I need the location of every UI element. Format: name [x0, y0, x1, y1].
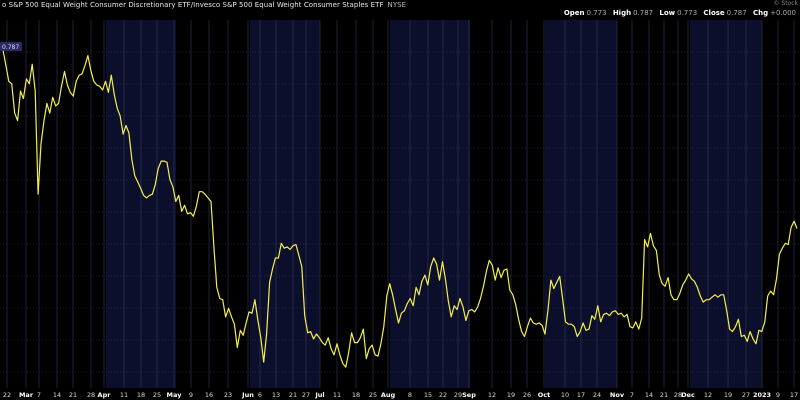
x-tick-label: Dec	[681, 391, 695, 399]
x-tick-label: 28	[87, 391, 95, 399]
x-tick-label: 25	[153, 391, 161, 399]
x-tick-label: Jun	[241, 391, 254, 399]
close-value: 0.787	[726, 9, 747, 17]
chg-label: Chg	[752, 9, 769, 17]
x-tick-label: 2023	[753, 391, 771, 399]
high-value: 0.787	[633, 9, 654, 17]
close-label: Close	[703, 9, 725, 17]
x-tick-label: 9	[776, 391, 780, 399]
high-label: High	[612, 9, 632, 17]
chart-plot: 22 Mar 7 14 21 28 Apr 11 18 25 May 9 16 23 Jun 6 13 21 27 J…	[0, 20, 800, 399]
x-tick-label: 23	[224, 391, 232, 399]
x-tick-label: 12	[488, 391, 496, 399]
last-value-label: 0.787	[0, 42, 22, 51]
open-label: Open	[563, 9, 585, 17]
x-tick-label: 14	[53, 391, 61, 399]
x-tick-label: Oct	[538, 391, 551, 399]
x-tick-label: 11	[333, 391, 341, 399]
low-value: 0.773	[677, 9, 698, 17]
x-tick-label: Jul	[314, 391, 324, 399]
x-tick-label: 13	[272, 391, 280, 399]
x-tick-label: 19	[507, 391, 515, 399]
x-tick-label: Apr	[98, 391, 112, 399]
x-tick-label: 11	[120, 391, 128, 399]
x-tick-label: 17	[577, 391, 585, 399]
x-tick-label: 27	[742, 391, 750, 399]
chg-value: +0.000	[770, 9, 796, 17]
x-tick-label: 6	[258, 391, 262, 399]
x-tick-label: May	[167, 391, 183, 399]
x-tick-label: 21	[69, 391, 77, 399]
x-tick-label: 21	[289, 391, 297, 399]
x-tick-label: 25	[369, 391, 377, 399]
x-tick-label: 8	[408, 391, 412, 399]
last-value-text: 0.787	[2, 44, 19, 51]
ohlc-readout: Open 0.773 High 0.787 Low 0.773 Close 0.787 …	[560, 9, 796, 17]
x-tick-label: 27	[302, 391, 310, 399]
x-tick-label: 21	[660, 391, 668, 399]
open-value: 0.773	[586, 9, 607, 17]
x-tick-label: 12	[704, 391, 712, 399]
x-tick-label: 24	[593, 391, 601, 399]
x-tick-label: 22	[3, 391, 11, 399]
exchange-label: NYSE	[387, 1, 407, 9]
chart-title: o S&P 500 Equal Weight Consumer Discreti…	[2, 1, 406, 9]
x-tick-label: 10	[561, 391, 569, 399]
x-tick-label: 7	[630, 391, 634, 399]
x-tick-label: 17	[790, 391, 798, 399]
x-tick-label: 18	[352, 391, 360, 399]
x-tick-label: 18	[137, 391, 145, 399]
x-tick-label: 22	[439, 391, 447, 399]
x-tick-label: Nov	[610, 391, 625, 399]
x-tick-label: 9	[189, 391, 193, 399]
low-label: Low	[659, 9, 676, 17]
title-text: o S&P 500 Equal Weight Consumer Discreti…	[2, 1, 384, 9]
x-tick-label: Sep	[462, 391, 476, 399]
x-tick-label: 7	[37, 391, 41, 399]
x-tick-label: 26	[523, 391, 531, 399]
x-tick-label: 16	[205, 391, 213, 399]
x-tick-label: 29	[454, 391, 462, 399]
x-tick-label: 14	[645, 391, 653, 399]
x-tick-label: 19	[724, 391, 732, 399]
month-bands	[106, 20, 762, 388]
x-axis-ticks: 22 Mar 7 14 21 28 Apr 11 18 25 May 9 16 23 Jun 6 13 21 27 J…	[3, 391, 798, 399]
watermark: © Stock	[773, 0, 798, 7]
x-tick-label: 15	[424, 391, 432, 399]
x-tick-label: Mar	[19, 391, 34, 399]
x-tick-label: Aug	[381, 391, 396, 399]
